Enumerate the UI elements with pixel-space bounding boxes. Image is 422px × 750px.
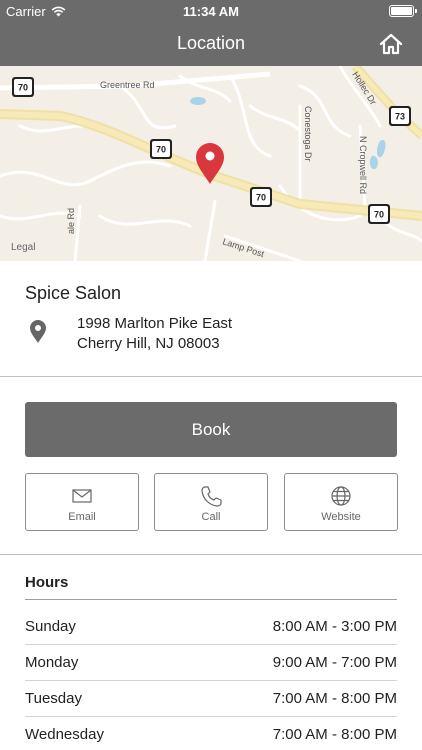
call-button[interactable]: Call [154,473,268,531]
svg-text:70: 70 [374,210,384,220]
envelope-icon [72,489,92,503]
route-shield-70: 70 [12,77,34,97]
map-road-label: Lamp Post [221,236,265,259]
hours-time: 9:00 AM - 7:00 PM [272,654,397,671]
route-shield-70: 70 [150,139,172,159]
email-button-label: Email [68,511,96,523]
action-section: Book Email Call Website [0,377,422,555]
globe-icon [331,486,351,506]
battery-icon [389,5,417,17]
call-button-label: Call [201,511,221,523]
hours-day: Monday [25,654,79,671]
business-name: Spice Salon [25,283,122,303]
hours-row: Tuesday 7:00 AM - 8:00 PM [25,681,397,717]
hours-heading: Hours [25,574,69,591]
svg-text:73: 73 [395,112,405,122]
location-map[interactable]: Greentree Rd Hollec Dr Conestoga Dr N Cr… [0,66,422,261]
svg-text:70: 70 [156,145,166,155]
hours-row: Wednesday 7:00 AM - 8:00 PM [25,717,397,750]
business-address[interactable]: 1998 Marlton Pike East Cherry Hill, NJ 0… [77,314,232,354]
book-button[interactable]: Book [25,402,397,457]
map-road-label: ale Rd [66,208,76,234]
map-road-label: Conestoga Dr [303,106,313,162]
website-button[interactable]: Website [284,473,398,531]
address-line-2: Cherry Hill, NJ 08003 [77,335,220,352]
route-shield-73: 73 [389,106,411,126]
hours-time: 8:00 AM - 3:00 PM [272,618,397,635]
home-icon[interactable] [378,31,404,57]
status-time: 11:34 AM [183,4,239,19]
email-button[interactable]: Email [25,473,139,531]
hours-row: Monday 9:00 AM - 7:00 PM [25,645,397,681]
page-title: Location [176,33,246,53]
map-road-label: Greentree Rd [100,80,155,90]
website-button-label: Website [321,511,361,523]
phone-icon [201,486,222,507]
hours-time: 7:00 AM - 8:00 PM [272,690,397,707]
navigation-bar: Location [0,22,422,66]
hours-row: Sunday 8:00 AM - 3:00 PM [25,609,397,645]
status-bar: Carrier 11:34 AM [0,0,422,22]
route-shield-70: 70 [368,204,390,224]
route-shield-70: 70 [250,187,272,207]
hours-day: Sunday [25,618,76,635]
map-legal-link[interactable]: Legal [11,242,35,253]
address-line-1: 1998 Marlton Pike East [77,315,233,332]
map-road-label: N Cropwell Rd [358,136,368,194]
hours-time: 7:00 AM - 8:00 PM [272,726,397,743]
svg-text:70: 70 [18,83,28,93]
hours-day: Tuesday [25,690,82,707]
hours-day: Wednesday [25,726,104,743]
location-pin-icon [30,320,46,343]
svg-text:70: 70 [256,193,266,203]
hours-divider [25,599,397,600]
business-info: Spice Salon 1998 Marlton Pike East Cherr… [0,261,422,377]
